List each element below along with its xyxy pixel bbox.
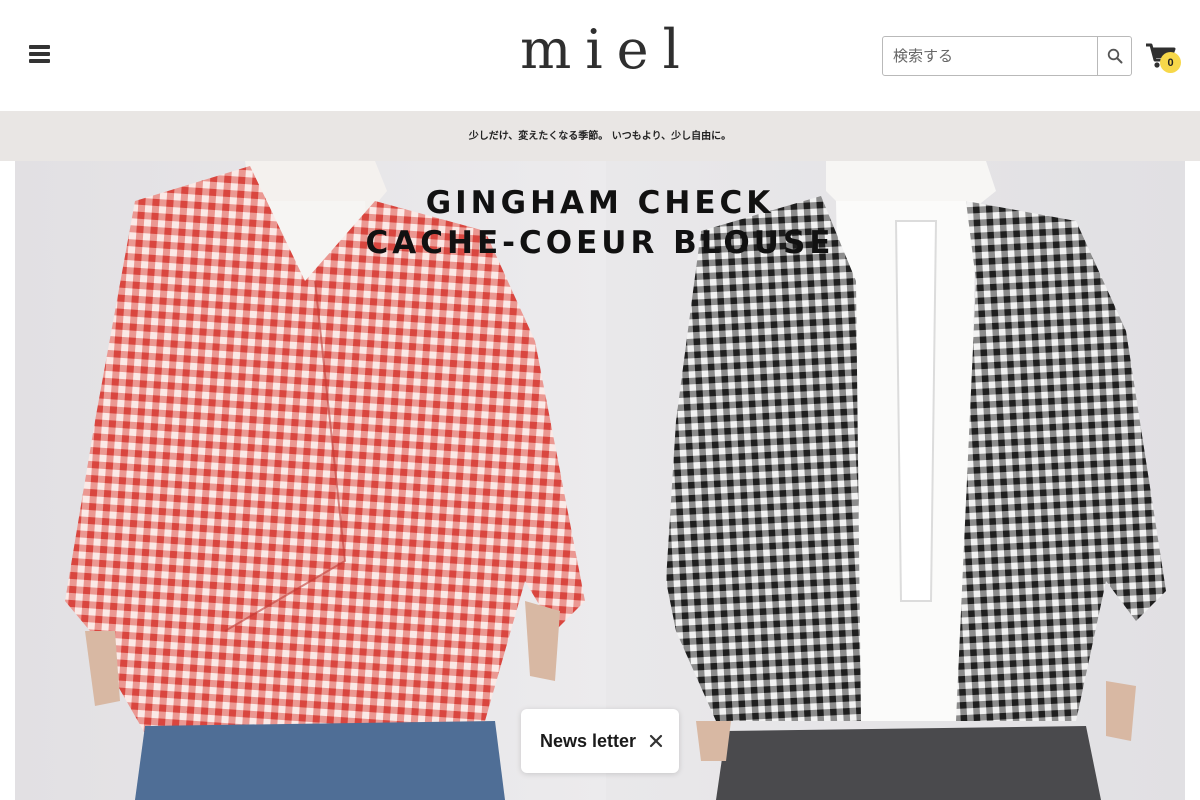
announcement-bar: 少しだけ、変えたくなる季節。 いつもより、少し自由に。 <box>0 111 1200 161</box>
search-icon <box>1107 48 1122 64</box>
cart-button[interactable]: 0 <box>1145 42 1185 76</box>
close-icon[interactable] <box>648 733 664 749</box>
cart-count-badge: 0 <box>1160 52 1181 73</box>
search-input[interactable] <box>883 37 1097 75</box>
newsletter-label[interactable]: News letter <box>540 731 636 752</box>
hero-title-line2: CACHE-COEUR BLOUSE <box>365 225 835 261</box>
newsletter-popup[interactable]: News letter <box>521 709 679 773</box>
hero-banner[interactable]: GINGHAM CHECK CACHE-COEUR BLOUSE <box>15 161 1185 800</box>
search-button[interactable] <box>1097 37 1131 75</box>
hero-title-line1: GINGHAM CHECK <box>425 185 775 221</box>
site-header: miel 0 <box>0 0 1200 111</box>
search-form <box>882 36 1132 76</box>
